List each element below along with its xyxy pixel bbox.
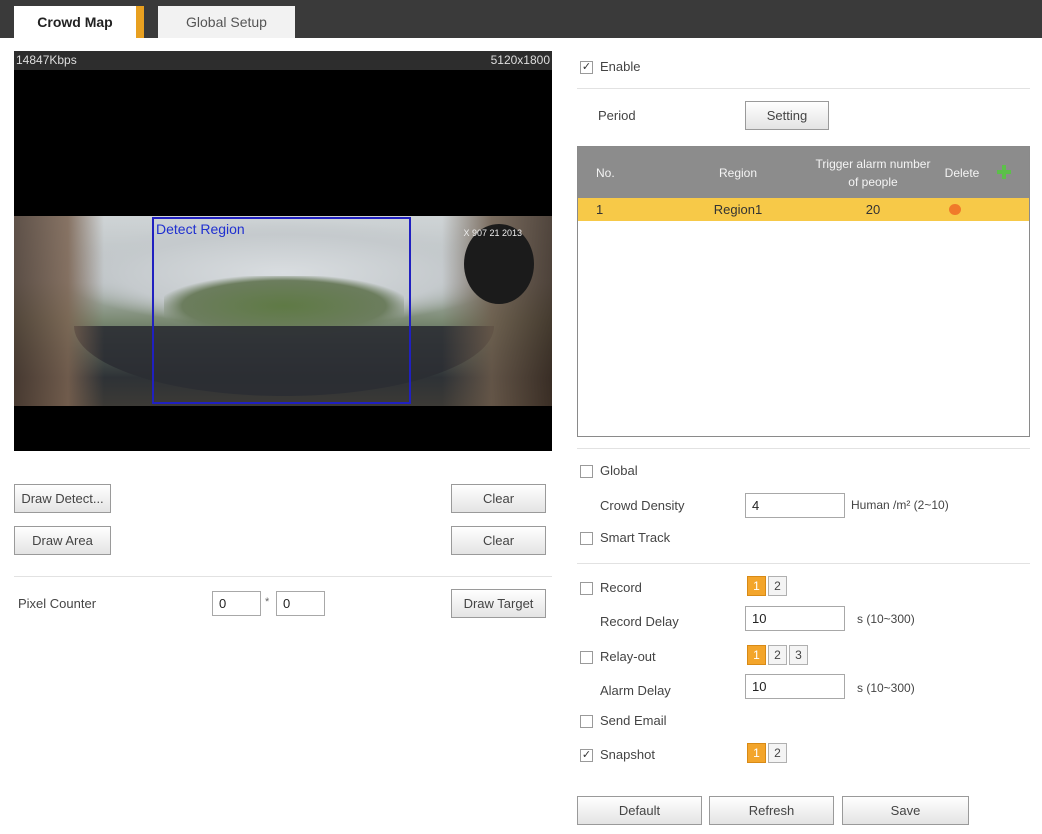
- record-channel-2[interactable]: 2: [768, 576, 787, 596]
- video-status-bar: 14847Kbps 5120x1800: [14, 51, 552, 70]
- clear-detect-button[interactable]: Clear: [451, 484, 546, 513]
- save-button[interactable]: Save: [842, 796, 969, 825]
- snapshot-checkbox[interactable]: ✓: [580, 749, 593, 762]
- detect-region-box[interactable]: Detect Region: [152, 217, 411, 404]
- draw-area-button[interactable]: Draw Area: [14, 526, 111, 555]
- smart-track-checkbox[interactable]: [580, 532, 593, 545]
- pixel-width-input[interactable]: 0: [212, 591, 261, 616]
- draw-target-button[interactable]: Draw Target: [451, 589, 546, 618]
- region-table-header: No. Region Trigger alarm number of peopl…: [578, 147, 1029, 198]
- table-row[interactable]: 1 Region1 20: [578, 198, 1029, 221]
- relay-channel-1[interactable]: 1: [747, 645, 766, 665]
- tab-global-setup[interactable]: Global Setup: [158, 6, 295, 38]
- record-delay-input[interactable]: 10: [745, 606, 845, 631]
- left-divider: [14, 576, 552, 577]
- send-email-label: Send Email: [600, 713, 667, 728]
- crowd-density-label: Crowd Density: [600, 498, 685, 513]
- crowd-density-input[interactable]: 4: [745, 493, 845, 518]
- pixel-separator: *: [265, 596, 270, 608]
- row-trigger: 20: [865, 202, 881, 217]
- video-preview[interactable]: 14847Kbps 5120x1800 X 907 21 2013 Detect…: [14, 51, 552, 451]
- global-label: Global: [600, 463, 638, 478]
- period-label: Period: [598, 108, 636, 123]
- col-region: Region: [718, 165, 758, 180]
- bitrate-readout: 14847Kbps: [16, 53, 77, 67]
- snapshot-label: Snapshot: [600, 747, 655, 762]
- resolution-readout: 5120x1800: [490, 53, 550, 67]
- add-region-icon[interactable]: [996, 164, 1012, 180]
- pixel-counter-label: Pixel Counter: [18, 596, 97, 611]
- delete-icon[interactable]: [949, 204, 961, 215]
- record-delay-unit: s (10~300): [857, 612, 915, 626]
- tab-separator: [136, 6, 144, 38]
- alarm-delay-input[interactable]: 10: [745, 674, 845, 699]
- col-delete: Delete: [944, 165, 980, 180]
- col-no: No.: [596, 165, 615, 180]
- snapshot-channel-1[interactable]: 1: [747, 743, 766, 763]
- osd-text: X 907 21 2013: [463, 228, 522, 238]
- record-delay-label: Record Delay: [600, 614, 679, 629]
- right-divider-1: [577, 448, 1030, 449]
- relay-channel-2[interactable]: 2: [768, 645, 787, 665]
- crowd-density-unit: Human /m² (2~10): [851, 498, 949, 512]
- row-no: 1: [596, 202, 604, 217]
- col-trigger: Trigger alarm number of people: [815, 156, 931, 189]
- record-checkbox[interactable]: [580, 582, 593, 595]
- smart-track-label: Smart Track: [600, 530, 671, 545]
- record-label: Record: [600, 580, 642, 595]
- relay-out-checkbox[interactable]: [580, 651, 593, 664]
- default-button[interactable]: Default: [577, 796, 702, 825]
- scene-left-edge: [14, 216, 104, 406]
- enable-label: Enable: [600, 59, 641, 74]
- pixel-height-input[interactable]: 0: [276, 591, 325, 616]
- enable-checkbox[interactable]: ✓: [580, 61, 593, 74]
- alarm-delay-label: Alarm Delay: [600, 683, 671, 698]
- global-checkbox[interactable]: [580, 465, 593, 478]
- send-email-checkbox[interactable]: [580, 715, 593, 728]
- tab-crowd-map[interactable]: Crowd Map: [14, 6, 136, 38]
- draw-detect-button[interactable]: Draw Detect...: [14, 484, 111, 513]
- snapshot-channel-2[interactable]: 2: [768, 743, 787, 763]
- tab-bar: Crowd Map Global Setup: [0, 0, 1042, 38]
- right-divider-2: [577, 563, 1030, 564]
- relay-channel-3[interactable]: 3: [789, 645, 808, 665]
- alarm-delay-unit: s (10~300): [857, 681, 915, 695]
- refresh-button[interactable]: Refresh: [709, 796, 834, 825]
- clear-area-button[interactable]: Clear: [451, 526, 546, 555]
- relay-out-label: Relay-out: [600, 649, 656, 664]
- right-divider-top: [577, 88, 1030, 89]
- detect-region-label: Detect Region: [156, 221, 245, 237]
- period-setting-button[interactable]: Setting: [745, 101, 829, 130]
- region-table: No. Region Trigger alarm number of peopl…: [577, 146, 1030, 437]
- record-channel-1[interactable]: 1: [747, 576, 766, 596]
- row-region: Region1: [713, 202, 763, 217]
